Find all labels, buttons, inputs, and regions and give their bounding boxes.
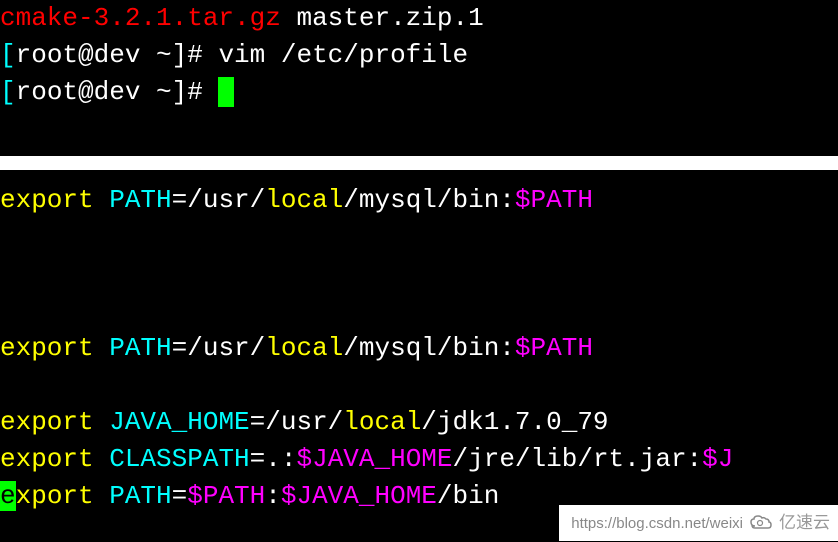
prompt-line-cursor[interactable]: [root@dev ~]# [0,74,838,111]
export-path-line-2: export PATH=/usr/local/mysql/bin:$PATH [0,330,838,367]
cloud-icon [749,514,773,532]
watermark-brand: 亿速云 [779,511,830,535]
export-path-line-1: export PATH=/usr/local/mysql/bin:$PATH [0,182,838,219]
vim-cursor: e [0,481,16,511]
export-classpath-line: export CLASSPATH=.:$JAVA_HOME/jre/lib/rt… [0,441,838,478]
export-java-home-line: export JAVA_HOME=/usr/local/jdk1.7.0_79 [0,404,838,441]
watermark-overlay: https://blog.csdn.net/weixi 亿速云 [559,505,838,541]
terminal-cursor [218,77,234,107]
command-vim: vim /etc/profile [218,40,468,70]
file-listing-line: cmake-3.2.1.tar.gz master.zip.1 [0,0,838,37]
filename-zip: master.zip.1 [296,3,483,33]
watermark-url: https://blog.csdn.net/weixi [571,513,743,534]
filename-archive: cmake-3.2.1.tar.gz [0,3,281,33]
prompt-line-command: [root@dev ~]# vim /etc/profile [0,37,838,74]
terminal-panel-2: export PATH=/usr/local/mysql/bin:$PATH e… [0,170,838,542]
terminal-panel-1: cmake-3.2.1.tar.gz master.zip.1 [root@de… [0,0,838,156]
